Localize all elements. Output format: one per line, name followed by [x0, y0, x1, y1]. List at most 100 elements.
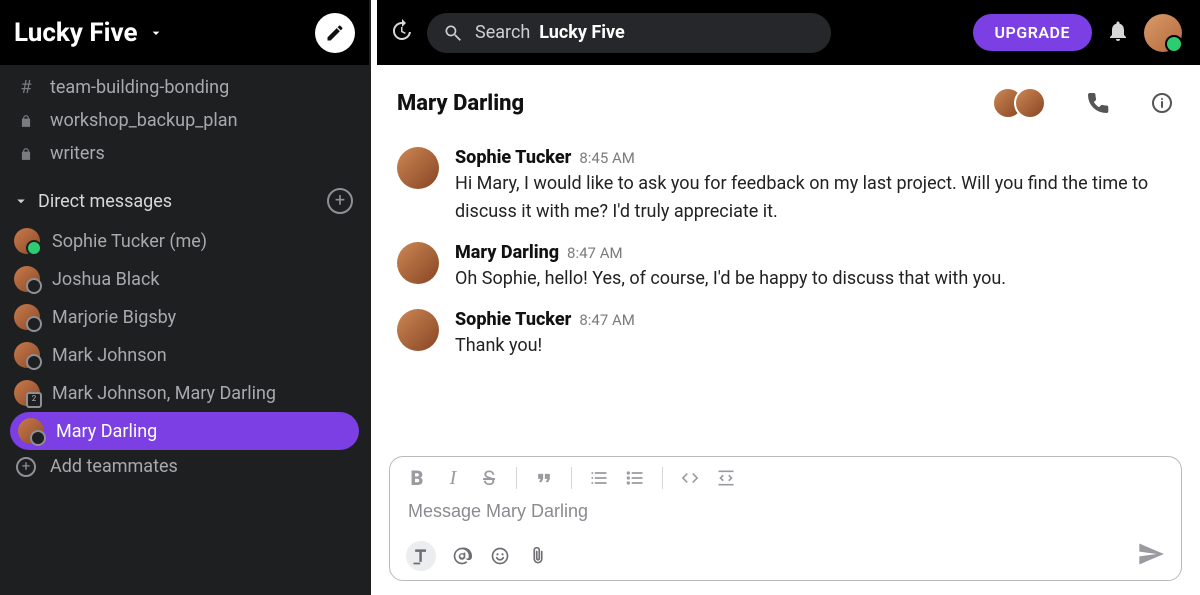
avatar [397, 309, 439, 351]
channel-item[interactable]: #team-building-bonding [0, 71, 369, 104]
dm-list: Sophie Tucker (me) Joshua Black Marjorie B… [0, 222, 369, 450]
bullet-list-button[interactable] [624, 467, 646, 489]
dm-name: Mary Darling [56, 421, 157, 442]
mention-button[interactable] [450, 544, 474, 568]
avatar [14, 342, 40, 368]
text-style-icon [411, 546, 431, 566]
compose-button[interactable] [315, 13, 355, 53]
chat-title[interactable]: Mary Darling [397, 91, 990, 116]
notifications-button[interactable] [1106, 19, 1130, 47]
dm-item[interactable]: Mary Darling [10, 412, 359, 450]
info-icon [1150, 91, 1174, 115]
add-dm-button[interactable]: + [327, 188, 353, 214]
channel-name: workshop_backup_plan [50, 110, 238, 131]
code-block-icon [716, 468, 736, 488]
lock-icon [16, 144, 36, 164]
history-icon [389, 19, 413, 43]
add-teammates-label: Add teammates [50, 456, 178, 477]
call-button[interactable] [1086, 91, 1110, 115]
chevron-down-icon [12, 192, 30, 210]
profile-avatar[interactable] [1144, 14, 1182, 52]
text-style-button[interactable] [406, 541, 436, 571]
strikethrough-button[interactable]: S [478, 467, 500, 489]
message-time: 8:47 AM [579, 311, 635, 329]
search-input[interactable]: Search Lucky Five [427, 13, 831, 53]
dm-item[interactable]: Joshua Black [0, 260, 369, 298]
avatar [18, 418, 44, 444]
message-text: Thank you! [455, 332, 1174, 360]
hash-icon: # [16, 78, 36, 98]
chat-members[interactable] [1002, 87, 1046, 119]
code-block-button[interactable] [715, 467, 737, 489]
add-teammates[interactable]: + Add teammates [0, 450, 369, 483]
avatar [14, 304, 40, 330]
workspace-name: Lucky Five [14, 18, 138, 48]
channel-list: #team-building-bonding workshop_backup_pl… [0, 71, 369, 170]
message[interactable]: Sophie Tucker 8:47 AM Thank you! [371, 303, 1200, 370]
channel-item[interactable]: writers [0, 137, 369, 170]
lock-icon [16, 111, 36, 131]
message-sender: Sophie Tucker [455, 147, 571, 168]
italic-button[interactable]: I [442, 467, 464, 489]
message-input[interactable] [400, 497, 1171, 536]
message-sender: Mary Darling [455, 242, 559, 263]
sidebar: Lucky Five #team-building-bonding worksho… [0, 0, 371, 595]
quote-icon [534, 468, 554, 488]
composer-bottom-row [400, 536, 1171, 574]
message-sender: Sophie Tucker [455, 309, 571, 330]
composer: B I S [371, 456, 1200, 595]
history-button[interactable] [389, 19, 413, 47]
message-time: 8:47 AM [567, 244, 623, 262]
avatar [14, 380, 40, 406]
emoji-icon [490, 546, 510, 566]
dm-item[interactable]: Sophie Tucker (me) [0, 222, 369, 260]
dm-section-label: Direct messages [38, 191, 172, 212]
search-icon [443, 23, 463, 43]
send-icon [1137, 540, 1165, 568]
ordered-list-button[interactable] [588, 467, 610, 489]
attach-button[interactable] [526, 544, 550, 568]
workspace-switcher[interactable]: Lucky Five [14, 18, 164, 48]
message-text: Oh Sophie, hello! Yes, of course, I'd be… [455, 265, 1174, 293]
upgrade-button[interactable]: UPGRADE [973, 14, 1092, 51]
dm-name: Sophie Tucker (me) [52, 231, 207, 252]
avatar [1014, 87, 1046, 119]
workspace-header[interactable]: Lucky Five [0, 0, 369, 65]
message-list[interactable]: Sophie Tucker8:45 AMHi Mary, I would lik… [371, 137, 1200, 456]
code-icon [680, 468, 700, 488]
message[interactable]: Mary Darling 8:47 AM Oh Sophie, hello! Yes… [371, 236, 1200, 303]
main-panel: Search Lucky Five UPGRADE Mary Darling S… [371, 0, 1200, 595]
avatar [397, 242, 439, 284]
info-button[interactable] [1150, 91, 1174, 115]
topbar: Search Lucky Five UPGRADE [371, 0, 1200, 65]
dm-item[interactable]: Marjorie Bigsby [0, 298, 369, 336]
message-text: Hi Mary, I would like to ask you for fee… [455, 170, 1174, 226]
channel-name: writers [50, 143, 105, 164]
ordered-list-icon [589, 468, 609, 488]
emoji-button[interactable] [488, 544, 512, 568]
paperclip-icon [528, 546, 548, 566]
avatar [397, 147, 439, 189]
dm-name: Joshua Black [52, 269, 160, 290]
phone-icon [1086, 91, 1110, 115]
chat-header: Mary Darling [371, 65, 1200, 137]
code-button[interactable] [679, 467, 701, 489]
bold-button[interactable]: B [406, 467, 428, 489]
message[interactable]: Sophie Tucker8:45 AMHi Mary, I would lik… [371, 141, 1200, 236]
dm-name: Marjorie Bigsby [52, 307, 176, 328]
pencil-icon [325, 23, 345, 43]
dm-item[interactable]: Mark Johnson [0, 336, 369, 374]
plus-circle-icon: + [16, 457, 36, 477]
search-placeholder: Search Lucky Five [475, 22, 625, 43]
channel-item[interactable]: workshop_backup_plan [0, 104, 369, 137]
at-icon [452, 546, 472, 566]
bullet-list-icon [625, 468, 645, 488]
bell-icon [1106, 19, 1130, 43]
avatar [14, 266, 40, 292]
avatar [14, 228, 40, 254]
dm-item[interactable]: Mark Johnson, Mary Darling [0, 374, 369, 412]
send-button[interactable] [1137, 540, 1165, 572]
quote-button[interactable] [533, 467, 555, 489]
dm-name: Mark Johnson [52, 345, 167, 366]
dm-section-header[interactable]: Direct messages + [0, 170, 369, 222]
